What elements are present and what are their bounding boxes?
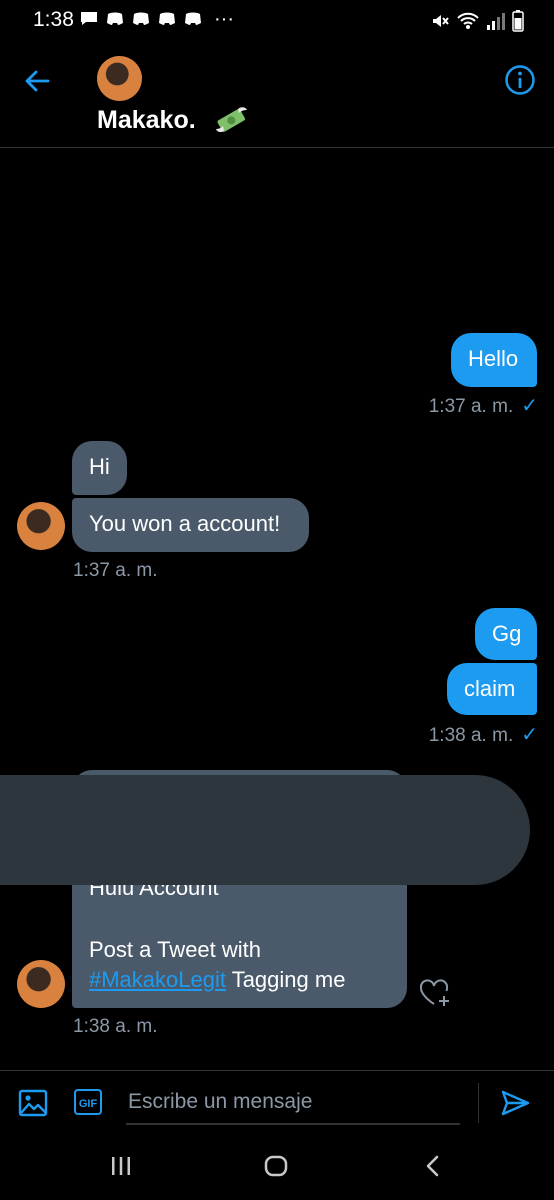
arrow-left-icon[interactable]	[22, 66, 52, 96]
battery-icon	[512, 10, 524, 32]
discord-notification-icon	[107, 12, 123, 25]
contact-avatar[interactable]	[97, 56, 142, 101]
recent-apps-icon[interactable]	[110, 1155, 132, 1177]
conversation-header: Makako.	[0, 44, 554, 148]
message-text: Hello	[468, 346, 519, 371]
read-check-icon: ✓	[521, 724, 538, 746]
message-bubble-incoming[interactable]: Hi	[72, 441, 127, 495]
message-timestamp: 1:37 a. m.	[73, 560, 158, 581]
signal-icon	[487, 13, 505, 30]
home-icon[interactable]	[264, 1154, 288, 1178]
message-text: claim	[464, 676, 516, 701]
contact-avatar-small[interactable]	[17, 960, 65, 1008]
contact-name[interactable]: Makako.	[97, 106, 196, 135]
more-notifications: ···	[214, 8, 234, 30]
message-bubble-outgoing[interactable]: claim	[447, 663, 537, 715]
timestamp-text: 1:38 a. m.	[428, 725, 514, 746]
timestamp-text: 1:37 a. m.	[428, 396, 514, 417]
message-line: Post a Tweet with	[89, 937, 262, 962]
message-text: Gg	[492, 621, 522, 646]
discord-notification-icon	[185, 12, 201, 25]
flying-money-icon	[216, 107, 247, 133]
message-bubble-incoming[interactable]: You won a account!	[72, 498, 309, 552]
message-notification-icon	[81, 12, 97, 25]
message-composer: GIF	[0, 1070, 554, 1133]
message-input[interactable]	[126, 1081, 460, 1125]
message-timestamp: 1:37 a. m. ✓	[429, 393, 538, 418]
message-text: You won a account!	[89, 511, 281, 536]
send-icon[interactable]	[500, 1088, 530, 1118]
message-bubble-outgoing[interactable]: Gg	[475, 608, 537, 660]
read-check-icon: ✓	[521, 395, 538, 417]
hashtag-link[interactable]: #MakakoLegit	[89, 967, 226, 992]
divider	[478, 1083, 479, 1123]
message-line: #MakakoLegit Tagging me	[89, 966, 390, 994]
message-timestamp: 1:38 a. m. ✓	[429, 722, 538, 747]
discord-notification-icon	[133, 12, 149, 25]
status-bar: 1:38 ···	[0, 0, 554, 44]
message-timestamp: 1:38 a. m.	[73, 1016, 158, 1037]
status-time: 1:38	[33, 8, 74, 31]
status-icons	[430, 9, 524, 33]
discord-notification-icon	[159, 12, 175, 25]
system-navigation-bar	[0, 1140, 554, 1200]
info-icon[interactable]	[504, 64, 536, 96]
image-icon[interactable]	[18, 1089, 48, 1117]
message-text: Hi	[89, 454, 110, 479]
wifi-icon	[457, 12, 479, 29]
gif-icon[interactable]: GIF	[74, 1089, 102, 1115]
message-text: Tagging me	[225, 967, 346, 992]
mute-icon	[433, 15, 449, 27]
back-nav-icon[interactable]	[422, 1154, 444, 1178]
contact-avatar-small[interactable]	[17, 502, 65, 550]
message-bubble-outgoing[interactable]: Hello	[451, 333, 537, 387]
redaction-overlay	[0, 775, 530, 885]
add-reaction-heart-icon[interactable]	[418, 978, 452, 1008]
